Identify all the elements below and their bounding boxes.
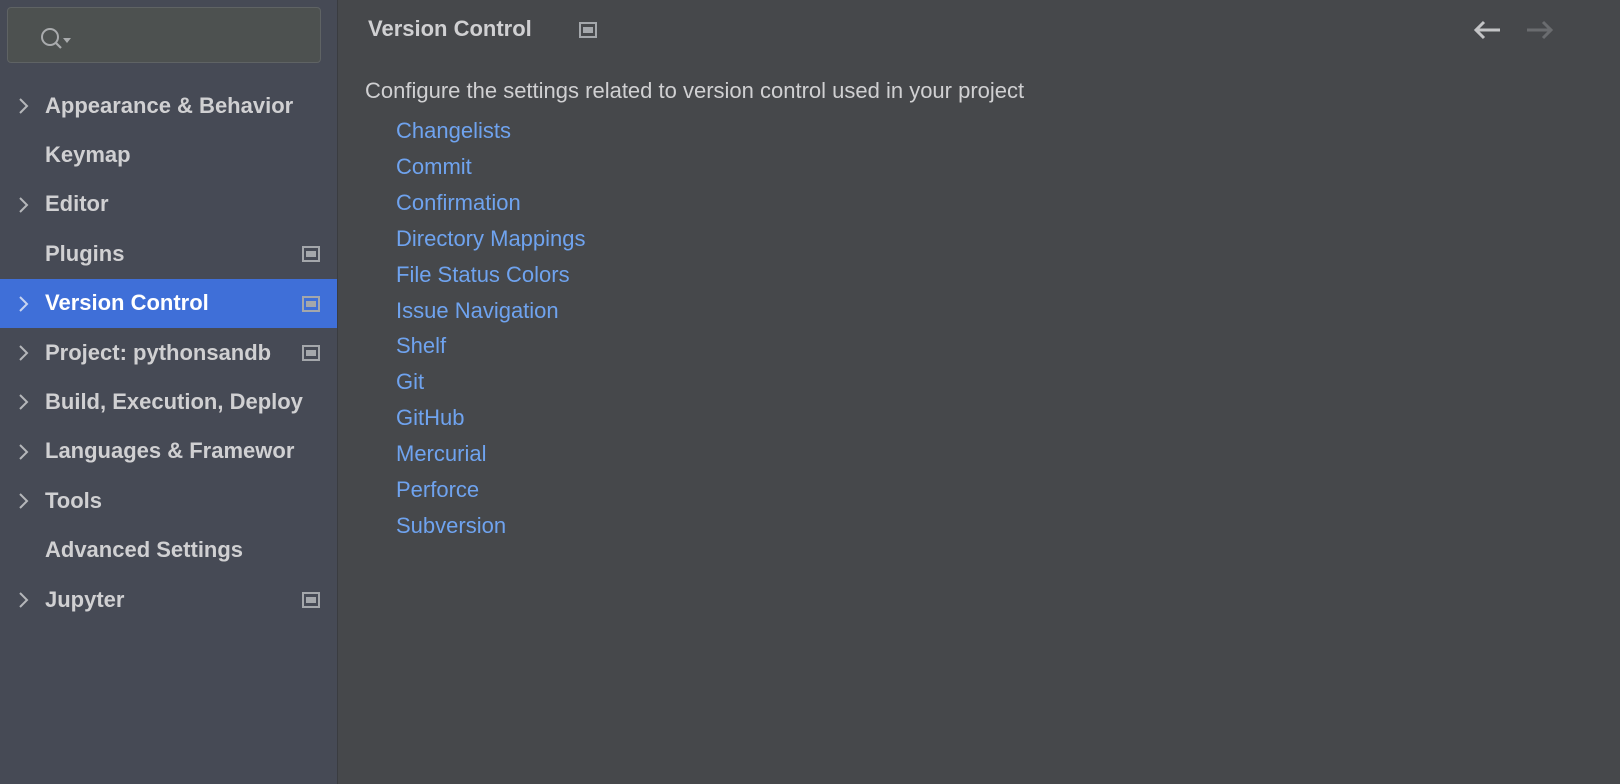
- page-description: Configure the settings related to versio…: [365, 78, 1025, 103]
- link-issue-navigation[interactable]: Issue Navigation: [396, 298, 559, 324]
- chevron-right-icon[interactable]: [17, 442, 31, 462]
- sidebar-item-editor[interactable]: Editor: [0, 180, 337, 229]
- link-git[interactable]: Git: [396, 369, 424, 395]
- chevron-right-icon[interactable]: [17, 294, 31, 314]
- project-level-icon: [302, 295, 320, 312]
- settings-content: Version Control Configure the settings r…: [338, 0, 1620, 784]
- forward-arrow-icon[interactable]: [1525, 18, 1555, 42]
- sidebar-item-label: Plugins: [45, 240, 125, 266]
- link-shelf[interactable]: Shelf: [396, 333, 446, 359]
- sidebar-item-label: Keymap: [45, 142, 131, 168]
- sidebar-item-label: Jupyter: [45, 586, 125, 612]
- chevron-right-icon[interactable]: [17, 491, 31, 511]
- sidebar-item-jupyter[interactable]: Jupyter: [0, 575, 337, 624]
- sidebar-item-project-pythonsandb[interactable]: Project: pythonsandb: [0, 328, 337, 377]
- link-directory-mappings[interactable]: Directory Mappings: [396, 226, 586, 252]
- chevron-right-icon[interactable]: [17, 195, 31, 215]
- chevron-right-icon[interactable]: [17, 96, 31, 116]
- link-perforce[interactable]: Perforce: [396, 477, 479, 503]
- link-mercurial[interactable]: Mercurial: [396, 441, 486, 467]
- sidebar-item-label: Build, Execution, Deploy: [45, 389, 303, 415]
- link-changelists[interactable]: Changelists: [396, 118, 511, 144]
- sidebar-item-label: Version Control: [45, 290, 209, 316]
- settings-sidebar: Appearance & Behavior Keymap Editor Plugins…: [0, 0, 338, 784]
- sidebar-item-label: Project: pythonsandb: [45, 339, 272, 365]
- sidebar-item-label: Languages & Framewor: [45, 438, 295, 464]
- sidebar-item-label: Advanced Settings: [45, 537, 244, 563]
- sidebar-item-keymap[interactable]: Keymap: [0, 130, 337, 179]
- sidebar-item-label: Tools: [45, 487, 103, 513]
- sidebar-item-advanced-settings[interactable]: Advanced Settings: [0, 526, 337, 575]
- project-level-icon: [302, 592, 320, 608]
- sidebar-item-build-execution-deploy[interactable]: Build, Execution, Deploy: [0, 377, 337, 426]
- link-commit[interactable]: Commit: [396, 154, 472, 180]
- back-arrow-icon[interactable]: [1472, 18, 1502, 42]
- sidebar-item-appearance-behavior[interactable]: Appearance & Behavior: [0, 81, 337, 130]
- page-title: Version Control: [368, 16, 532, 41]
- link-github[interactable]: GitHub: [396, 405, 464, 431]
- sidebar-item-version-control[interactable]: Version Control: [0, 278, 337, 328]
- link-subversion[interactable]: Subversion: [396, 513, 506, 539]
- search-input[interactable]: [7, 7, 321, 63]
- sidebar-item-tools[interactable]: Tools: [0, 476, 337, 525]
- link-confirmation[interactable]: Confirmation: [396, 190, 521, 216]
- search-icon: [41, 28, 71, 49]
- sidebar-item-languages-framewor[interactable]: Languages & Framewor: [0, 427, 337, 476]
- chevron-right-icon[interactable]: [17, 392, 31, 412]
- sidebar-item-label: Editor: [45, 191, 109, 217]
- project-level-icon: [302, 345, 320, 361]
- chevron-right-icon[interactable]: [17, 590, 31, 610]
- link-file-status-colors[interactable]: File Status Colors: [396, 262, 570, 288]
- chevron-right-icon[interactable]: [17, 343, 31, 363]
- sidebar-item-label: Appearance & Behavior: [45, 92, 294, 118]
- sidebar-item-plugins[interactable]: Plugins: [0, 229, 337, 278]
- project-level-icon: [579, 22, 597, 38]
- project-level-icon: [302, 246, 320, 263]
